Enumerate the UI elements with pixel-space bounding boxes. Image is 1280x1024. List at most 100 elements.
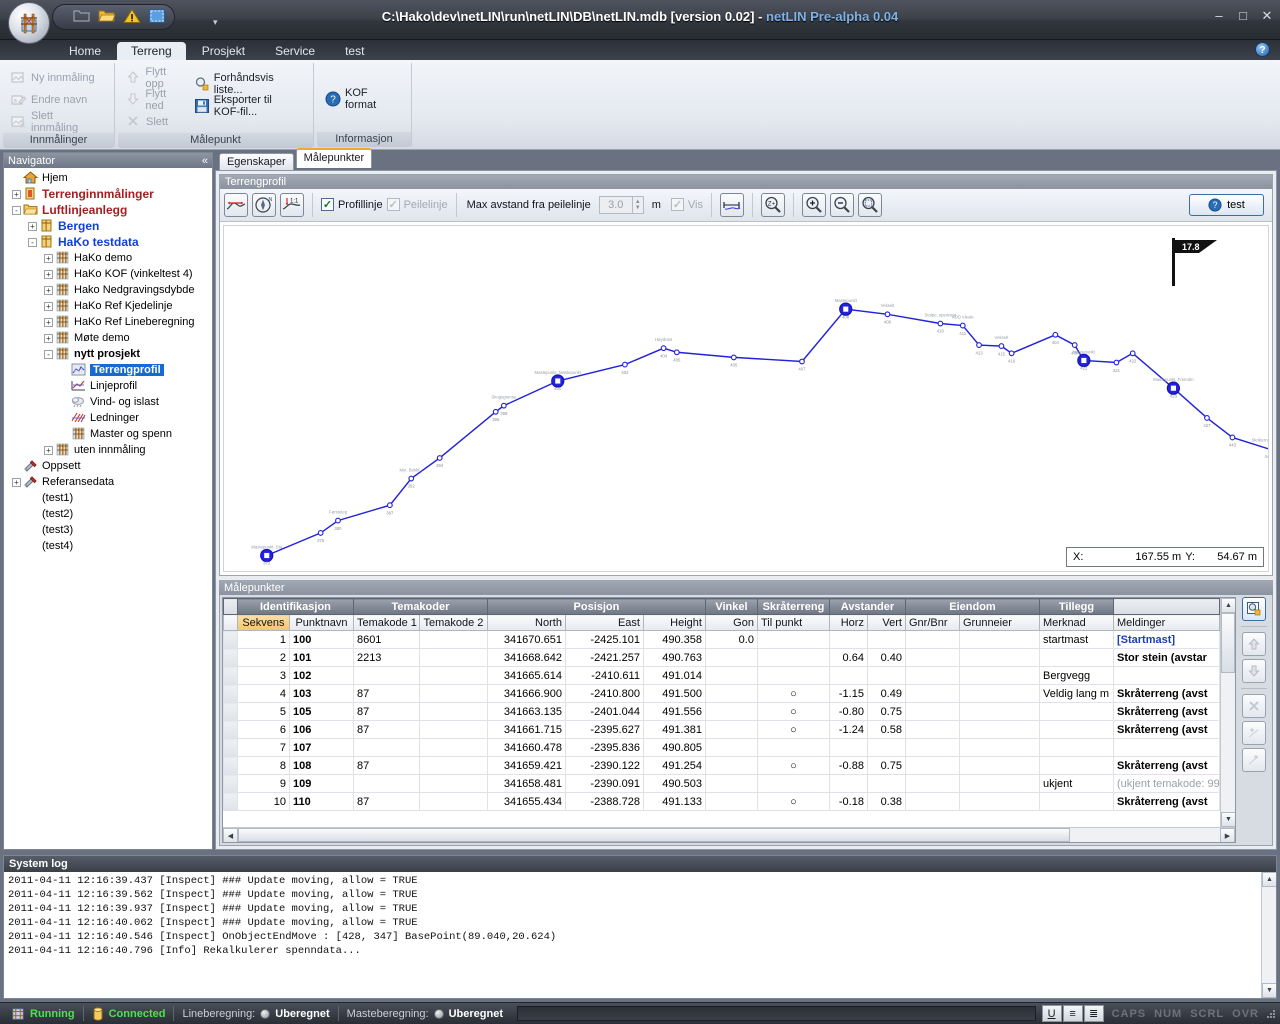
column-header-cell[interactable]: Vert: [866, 614, 906, 631]
remove-point-button[interactable]: [1242, 748, 1266, 772]
group-header-cell[interactable]: [1113, 598, 1220, 615]
column-header-cell[interactable]: Gnr/Bnr: [904, 614, 960, 631]
table-cell[interactable]: [352, 738, 420, 757]
tree-item-master-og-spenn[interactable]: Master og spenn: [6, 426, 212, 442]
table-cell[interactable]: 0.64: [828, 648, 868, 667]
table-cell[interactable]: [704, 648, 758, 667]
tree-item-nytt-prosjekt[interactable]: - nytt prosjekt: [6, 346, 212, 362]
table-cell[interactable]: ○: [756, 792, 830, 811]
tree-item-hako-ref-lineberegning[interactable]: + HaKo Ref Lineberegning: [6, 314, 212, 330]
expand-icon[interactable]: +: [44, 333, 53, 343]
move-up-button[interactable]: [1242, 632, 1266, 656]
table-cell[interactable]: [828, 774, 868, 793]
table-cell[interactable]: -2395.836: [564, 738, 644, 757]
table-cell[interactable]: 341660.478: [486, 738, 566, 757]
ribbon-tab-terreng[interactable]: Terreng: [117, 42, 186, 61]
tree-item-luftlinjeanlegg[interactable]: - Luftlinjeanlegg: [6, 202, 212, 218]
table-cell[interactable]: [704, 774, 758, 793]
table-cell[interactable]: [704, 666, 758, 685]
expand-icon[interactable]: +: [44, 317, 53, 327]
measure-distance-button[interactable]: [720, 192, 745, 217]
table-cell[interactable]: [904, 666, 960, 685]
terrain-point-marker[interactable]: [1008, 350, 1015, 357]
table-cell[interactable]: 87: [352, 702, 420, 721]
table-cell[interactable]: [352, 774, 420, 793]
table-cell[interactable]: 87: [352, 792, 420, 811]
group-header-cell[interactable]: Vinkel: [704, 598, 758, 615]
row-selector-cell[interactable]: [222, 666, 238, 685]
ribbon-item-flytt-ned[interactable]: Flytt ned: [124, 88, 192, 112]
profile-curve-tool-button[interactable]: [223, 192, 248, 217]
table-cell[interactable]: 87: [352, 756, 420, 775]
terrain-point-marker[interactable]: [1129, 350, 1136, 357]
table-cell[interactable]: -2390.122: [564, 756, 644, 775]
table-cell[interactable]: [418, 738, 488, 757]
tree-item-hako-nedgravingsdybde[interactable]: + Hako Nedgravingsdybde: [6, 282, 212, 298]
column-header-cell[interactable]: [222, 614, 238, 631]
terrain-point-marker[interactable]: [730, 354, 737, 361]
table-cell[interactable]: 101: [288, 648, 354, 667]
tree-item-vind-og-islast[interactable]: Vind- og islast: [6, 394, 212, 410]
navigator-tree[interactable]: Hjem + Terrenginnmålinger - Luftlinjeanlegg +…: [4, 168, 212, 849]
table-cell[interactable]: 0.49: [866, 684, 906, 703]
table-cell[interactable]: ○: [756, 756, 830, 775]
column-header-cell[interactable]: Gon: [704, 614, 758, 631]
table-cell[interactable]: [418, 630, 488, 649]
table-row[interactable]: 2 101 2213 341668.642 -2421.257 490.763 0.64 0.…: [222, 648, 1220, 667]
table-cell[interactable]: 106: [288, 720, 354, 739]
ribbon-tab-service[interactable]: Service: [261, 42, 329, 61]
table-cell[interactable]: Veldig lang m: [1039, 684, 1114, 703]
table-cell[interactable]: 0.40: [866, 648, 906, 667]
ribbon-item-slett[interactable]: Slett: [124, 111, 192, 133]
move-down-button[interactable]: [1242, 659, 1266, 683]
table-cell[interactable]: [904, 792, 960, 811]
table-cell[interactable]: [958, 702, 1041, 721]
terrain-point-marker[interactable]: [937, 320, 944, 327]
tab-egenskaper[interactable]: Egenskaper: [218, 153, 294, 170]
table-cell[interactable]: 8: [236, 756, 290, 775]
table-cell[interactable]: 341655.434: [486, 792, 566, 811]
tree-item-m-te-demo[interactable]: + Møte demo: [6, 330, 212, 346]
collapse-icon[interactable]: -: [12, 205, 21, 215]
tree-item-test2[interactable]: (test2): [6, 506, 212, 522]
max-distance-stepper[interactable]: 3.0 ▲ ▼: [598, 195, 644, 214]
table-cell[interactable]: -2410.611: [564, 666, 644, 685]
terrain-point-marker[interactable]: [799, 358, 805, 365]
scroll-left-arrow[interactable]: ◀: [222, 828, 238, 842]
group-header-cell[interactable]: Avstander: [828, 598, 906, 615]
collapse-icon[interactable]: «: [202, 155, 208, 167]
ribbon-tab-prosjekt[interactable]: Prosjekt: [188, 42, 259, 61]
table-cell[interactable]: [866, 738, 906, 757]
table-vertical-scrollbar[interactable]: ▲ ▼: [1220, 598, 1235, 827]
table-cell[interactable]: [828, 666, 868, 685]
table-cell[interactable]: [418, 702, 488, 721]
table-row[interactable]: 6 106 87 341661.715 -2395.627 491.381 ○ -1.24 0.…: [222, 720, 1220, 739]
table-cell[interactable]: 9: [236, 774, 290, 793]
tree-item-terrengprofil[interactable]: Terrengprofil: [6, 362, 212, 378]
table-cell[interactable]: [704, 702, 758, 721]
table-cell[interactable]: Skråterreng (avst: [1113, 720, 1220, 739]
terrain-point-marker[interactable]: [408, 475, 415, 482]
maximize-button[interactable]: □: [1236, 8, 1250, 24]
table-cell[interactable]: [756, 774, 830, 793]
terrain-point-marker[interactable]: [660, 345, 667, 352]
table-row[interactable]: 5 105 87 341663.135 -2401.044 491.556 ○ -0.80 0.…: [222, 702, 1220, 721]
table-cell[interactable]: 102: [288, 666, 354, 685]
format-align-right-button[interactable]: ≣: [1083, 1005, 1104, 1022]
help-icon[interactable]: ?: [1255, 42, 1270, 57]
expand-icon[interactable]: +: [12, 189, 21, 199]
column-header-cell[interactable]: North: [486, 614, 566, 631]
tree-item-linjeprofil[interactable]: Linjeprofil: [6, 378, 212, 394]
terrain-point-marker[interactable]: [998, 343, 1005, 350]
checkbox-peilelinje[interactable]: ✓ Peilelinje: [386, 198, 448, 212]
table-cell[interactable]: [704, 684, 758, 703]
zoom-out-button[interactable]: [830, 192, 855, 217]
scroll-thumb[interactable]: [1221, 613, 1235, 673]
ribbon-tab-home[interactable]: Home: [55, 42, 115, 61]
table-body[interactable]: 1 100 8601 341670.651 -2425.101 490.358 0.0 sta…: [222, 630, 1220, 811]
expand-icon[interactable]: +: [28, 221, 37, 231]
terrain-point-marker[interactable]: [959, 322, 966, 329]
table-cell[interactable]: [704, 792, 758, 811]
table-cell[interactable]: [904, 738, 960, 757]
terrain-point-marker[interactable]: [500, 402, 507, 409]
